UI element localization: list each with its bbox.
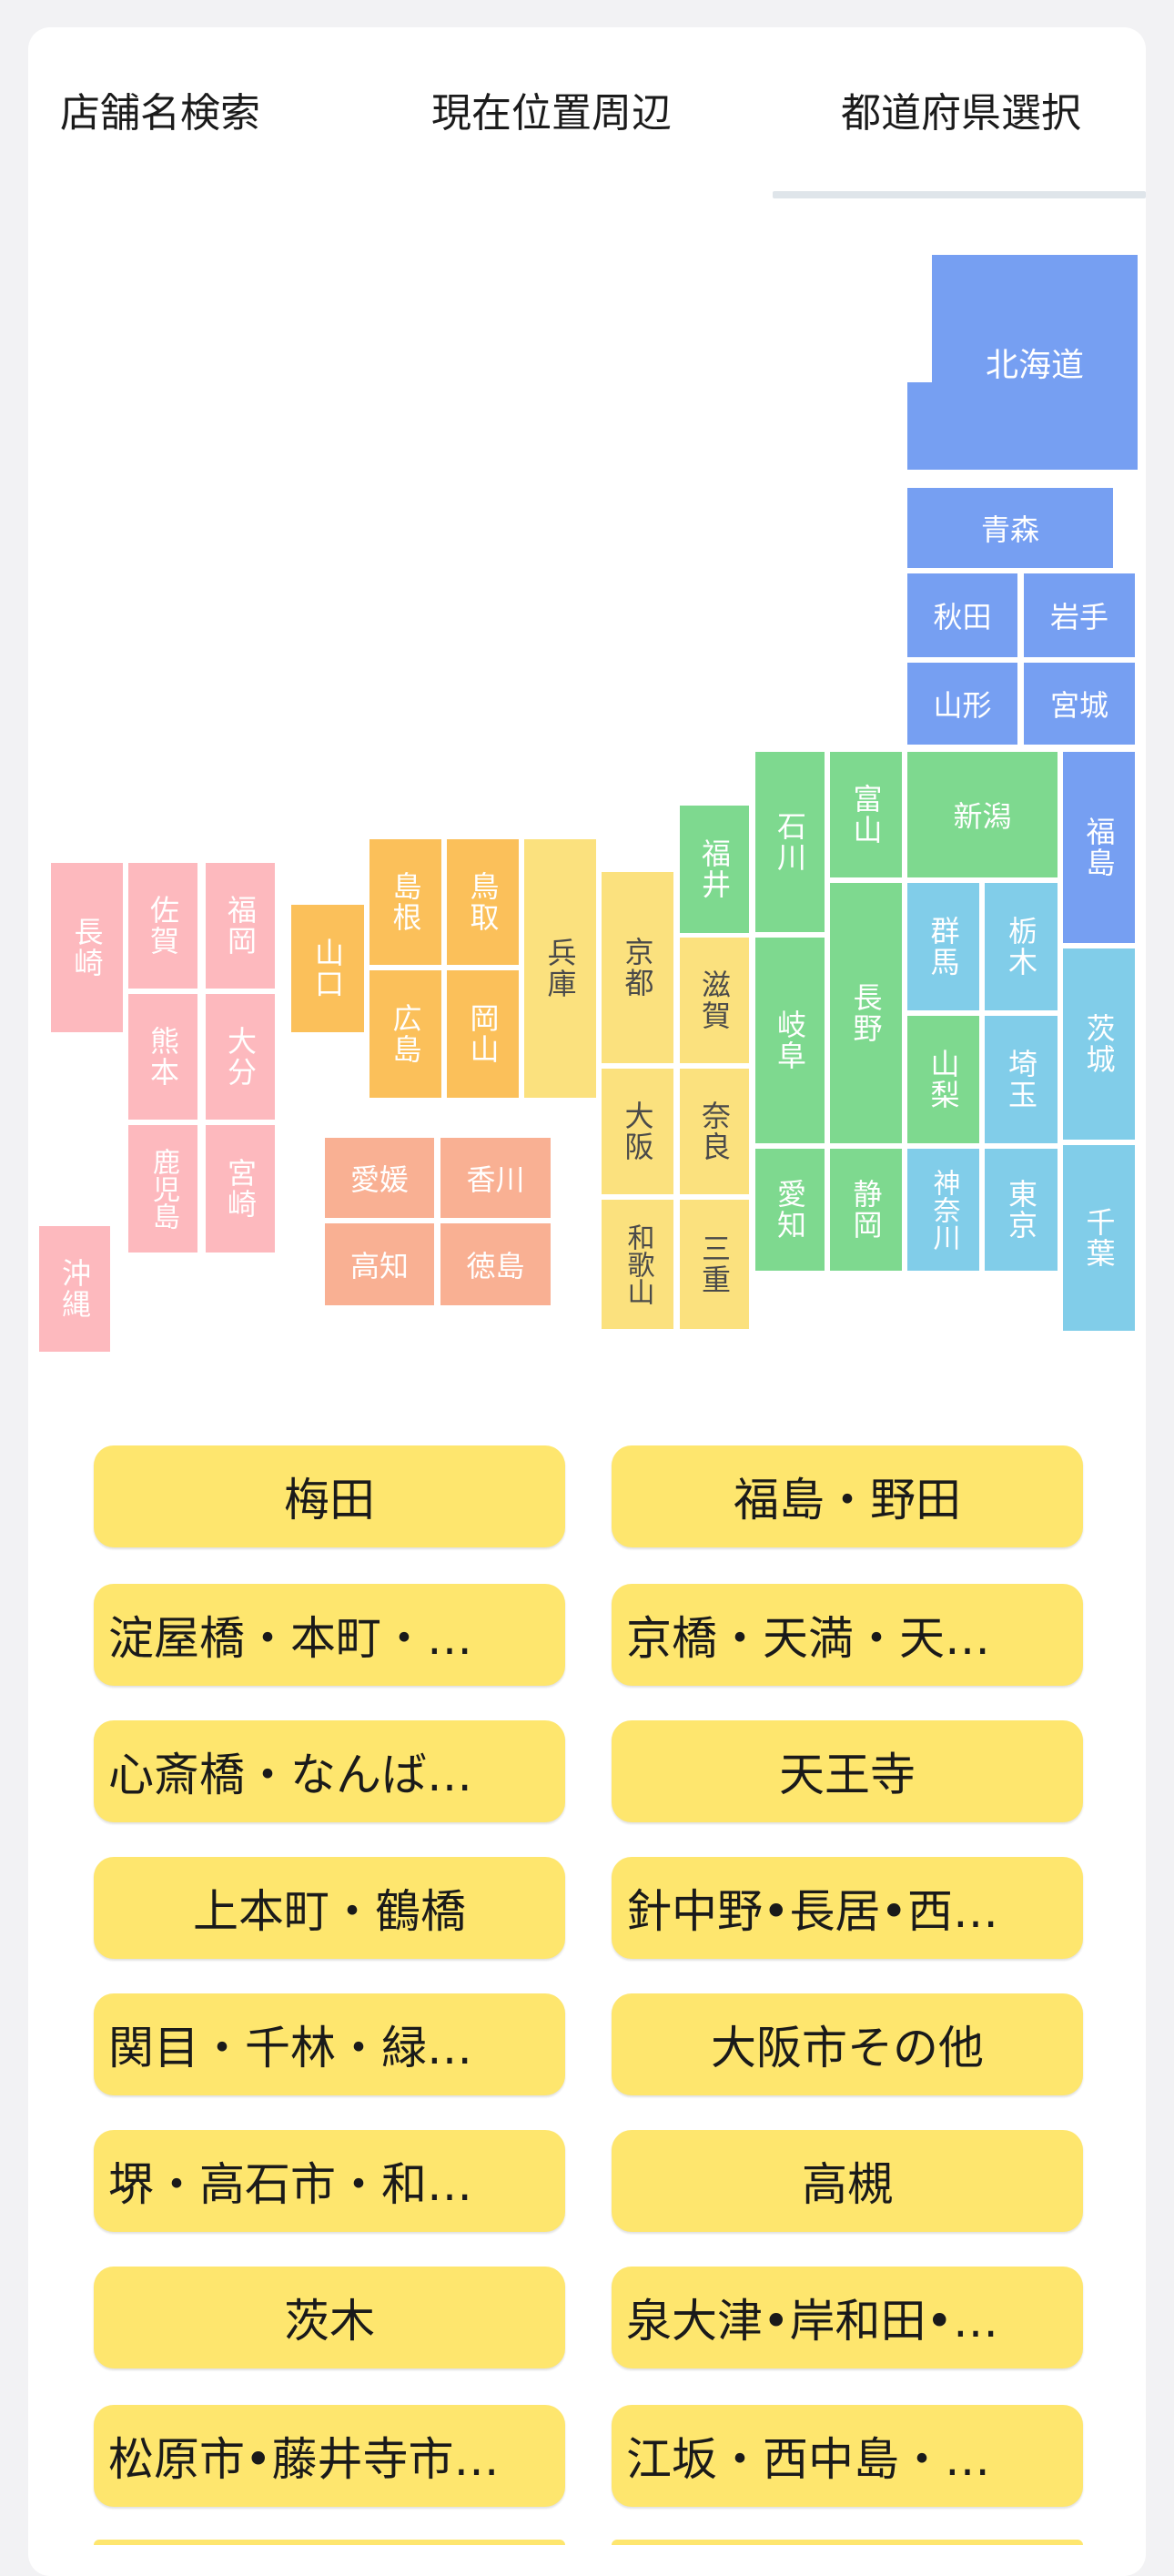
pref-osaka[interactable]: 大阪 — [602, 1069, 673, 1194]
area-button[interactable]: 高槻 — [612, 2130, 1083, 2232]
pref-akita[interactable]: 秋田 — [907, 573, 1017, 657]
pref-nara[interactable]: 奈良 — [680, 1069, 749, 1194]
pref-ehime[interactable]: 愛媛 — [325, 1138, 434, 1218]
pref-yamagata[interactable]: 山形 — [907, 663, 1017, 745]
area-button-label: 上本町・鶴橋 — [193, 1885, 466, 1938]
area-button-label: 大阪市その他 — [711, 2022, 984, 2074]
area-button-label: 京橋・天満・天… — [626, 1612, 990, 1665]
pref-miyagi[interactable]: 宮城 — [1024, 663, 1135, 745]
pref-kochi[interactable]: 高知 — [325, 1223, 434, 1305]
area-button[interactable]: 心斎橋・なんば… — [94, 1720, 565, 1822]
area-button[interactable]: 茨木 — [94, 2267, 565, 2368]
area-button-label: 淀屋橋・本町・… — [108, 1612, 472, 1665]
area-button[interactable]: 松原市•藤井寺市… — [94, 2405, 565, 2507]
pref-miyazaki[interactable]: 宮崎 — [206, 1125, 275, 1253]
area-button[interactable]: 福島・野田 — [612, 1445, 1083, 1547]
pref-tochigi[interactable]: 栃木 — [985, 883, 1058, 1010]
pref-nagasaki[interactable]: 長崎 — [51, 863, 123, 1032]
area-button[interactable]: 関目・千林・緑… — [94, 1993, 565, 2095]
pref-okinawa[interactable]: 沖縄 — [39, 1226, 110, 1352]
pref-mie[interactable]: 三重 — [680, 1200, 749, 1329]
area-button-label: 針中野•長居•西… — [626, 1885, 998, 1938]
pref-yamanashi[interactable]: 山梨 — [907, 1016, 979, 1143]
area-button-partial[interactable] — [612, 2540, 1083, 2545]
pref-kyoto[interactable]: 京都 — [602, 872, 673, 1063]
area-button[interactable]: 堺・高石市・和… — [94, 2130, 565, 2232]
pref-hokkaido-tip[interactable] — [907, 382, 933, 470]
area-button-label: 天王寺 — [779, 1749, 916, 1801]
pref-fukushima[interactable]: 福島 — [1063, 752, 1135, 943]
area-button-label: 堺・高石市・和… — [108, 2158, 472, 2211]
pref-kumamoto[interactable]: 熊本 — [128, 994, 197, 1120]
area-button-label: 梅田 — [284, 1474, 375, 1526]
pref-oita[interactable]: 大分 — [206, 994, 275, 1120]
pref-tokyo[interactable]: 東京 — [985, 1149, 1058, 1271]
pref-gifu[interactable]: 岐阜 — [755, 938, 825, 1143]
area-button[interactable]: 上本町・鶴橋 — [94, 1857, 565, 1959]
pref-saitama[interactable]: 埼玉 — [985, 1016, 1058, 1143]
pref-yamaguchi[interactable]: 山口 — [291, 905, 364, 1032]
area-button-label: 茨木 — [284, 2295, 375, 2348]
pref-shizuoka[interactable]: 静岡 — [830, 1149, 902, 1271]
pref-nagano[interactable]: 長野 — [830, 883, 902, 1143]
area-button[interactable]: 梅田 — [94, 1445, 565, 1547]
area-button[interactable]: 江坂・西中島・… — [612, 2405, 1083, 2507]
pref-gunma[interactable]: 群馬 — [907, 883, 979, 1010]
area-button-label: 松原市•藤井寺市… — [108, 2433, 500, 2486]
pref-iwate[interactable]: 岩手 — [1024, 573, 1135, 657]
pref-tottori[interactable]: 鳥取 — [447, 839, 519, 965]
japan-prefecture-map: 北海道 青森 秋田 岩手 山形 宮城 福島 茨城 千葉 群馬 栃木 埼玉 東京 … — [0, 0, 1174, 1365]
pref-wakayama[interactable]: 和歌山 — [602, 1200, 673, 1329]
pref-okayama[interactable]: 岡山 — [447, 970, 519, 1098]
pref-kagoshima[interactable]: 鹿児島 — [128, 1125, 197, 1253]
pref-shimane[interactable]: 島根 — [369, 839, 441, 965]
pref-aichi[interactable]: 愛知 — [755, 1149, 825, 1271]
area-button[interactable]: 針中野•長居•西… — [612, 1857, 1083, 1959]
pref-hiroshima[interactable]: 広島 — [369, 970, 441, 1098]
pref-niigata[interactable]: 新潟 — [907, 752, 1058, 877]
area-button[interactable]: 大阪市その他 — [612, 1993, 1083, 2095]
pref-shiga[interactable]: 滋賀 — [680, 938, 749, 1063]
pref-ibaraki[interactable]: 茨城 — [1063, 948, 1135, 1140]
pref-kanagawa[interactable]: 神奈川 — [907, 1149, 979, 1271]
area-button-label: 関目・千林・緑… — [108, 2022, 472, 2074]
pref-hokkaido[interactable]: 北海道 — [932, 255, 1138, 470]
area-button[interactable]: 京橋・天満・天… — [612, 1584, 1083, 1686]
pref-saga[interactable]: 佐賀 — [128, 863, 197, 989]
area-button-label: 高槻 — [802, 2158, 893, 2211]
pref-aomori[interactable]: 青森 — [907, 488, 1113, 568]
area-button-label: 泉大津•岸和田•… — [626, 2295, 998, 2348]
pref-tokushima[interactable]: 徳島 — [440, 1223, 551, 1305]
pref-fukuoka[interactable]: 福岡 — [206, 863, 275, 989]
pref-toyama[interactable]: 富山 — [830, 752, 902, 877]
area-button-label: 心斎橋・なんば… — [108, 1749, 472, 1801]
pref-ishikawa[interactable]: 石川 — [755, 752, 825, 932]
pref-hyogo[interactable]: 兵庫 — [524, 839, 596, 1098]
area-button[interactable]: 天王寺 — [612, 1720, 1083, 1822]
pref-chiba[interactable]: 千葉 — [1063, 1145, 1135, 1331]
area-button[interactable]: 泉大津•岸和田•… — [612, 2267, 1083, 2368]
pref-fukui[interactable]: 福井 — [680, 806, 749, 933]
area-button-label: 江坂・西中島・… — [626, 2433, 990, 2486]
area-button[interactable]: 淀屋橋・本町・… — [94, 1584, 565, 1686]
area-button-partial[interactable] — [94, 2540, 565, 2545]
area-button-label: 福島・野田 — [734, 1474, 961, 1526]
pref-kagawa[interactable]: 香川 — [440, 1138, 551, 1218]
